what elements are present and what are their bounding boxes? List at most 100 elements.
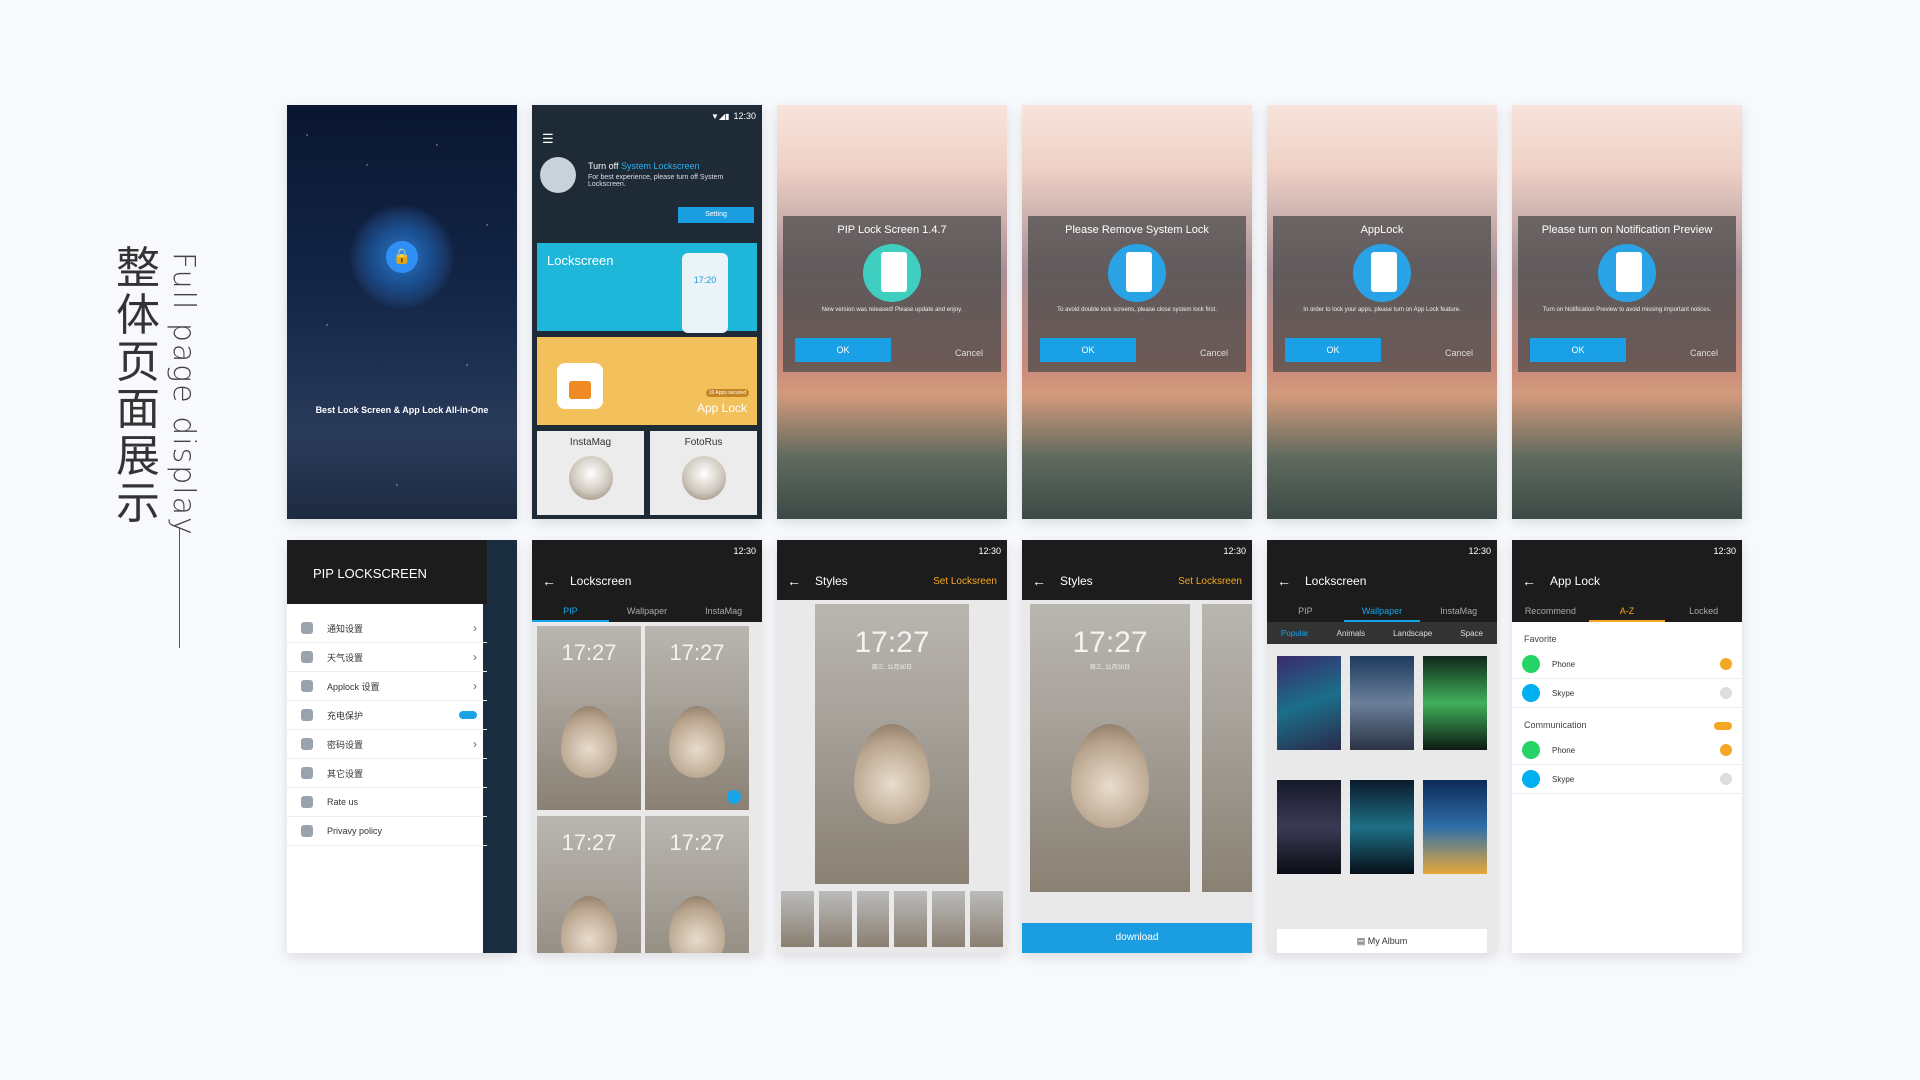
set-lockscreen-button[interactable]: Set Locksreen [1178,576,1242,587]
tab-instamag[interactable]: InstaMag [685,600,762,622]
lock-icon: 🔒 [386,241,418,273]
style-thumb[interactable] [781,891,814,947]
wallpaper-thumb[interactable] [1277,780,1341,874]
app-row[interactable]: Phone [1512,650,1742,679]
cancel-button[interactable]: Cancel [1200,348,1228,358]
tab-instamag[interactable]: InstaMag [1420,600,1497,622]
settings-item-applock[interactable]: Applock 设置 › [287,672,487,701]
notification-dialog-screen: Please turn on Notification Preview Turn… [1512,105,1742,519]
ok-button[interactable]: OK [1040,338,1136,362]
download-icon[interactable] [727,790,741,804]
screen-title: Styles [815,574,848,588]
back-arrow-icon[interactable]: ← [1032,573,1046,589]
my-album-button[interactable]: ▤ My Album [1277,929,1487,953]
settings-item-privacy[interactable]: Privavy policy [287,817,487,846]
title-divider [179,528,180,648]
screen-title: Lockscreen [1305,574,1367,588]
status-bar: 12:30 [1713,546,1736,556]
tab-pip[interactable]: PIP [532,600,609,622]
style-thumb[interactable] [856,891,890,947]
category-popular[interactable]: Popular [1281,629,1309,638]
back-arrow-icon[interactable]: ← [1277,573,1291,589]
pip-thumbnail[interactable]: 17:27 [645,816,749,953]
fotorus-card[interactable]: FotoRus [650,431,757,515]
settings-item-notification[interactable]: 通知设置 › [287,614,487,643]
back-arrow-icon[interactable]: ← [1522,573,1536,589]
charging-toggle[interactable] [459,711,477,719]
settings-item-weather[interactable]: 天气设置 › [287,643,487,672]
menu-icon[interactable]: ☰ [542,131,554,147]
settings-list: 通知设置 › 天气设置 › Applock 设置 › 充电保护 密码设置 › 其它设置 … [287,614,487,846]
tab-recommend[interactable]: Recommend [1512,600,1589,622]
app-row[interactable]: Phone [1512,736,1742,765]
wallpaper-thumb[interactable] [1423,656,1487,750]
notice-title: Turn off System Lockscreen [588,161,700,171]
status-bar: 12:30 [733,546,756,556]
status-time: 12:30 [733,111,756,121]
app-row[interactable]: Skype [1512,679,1742,708]
app-lock-card[interactable]: 16 Apps secured App Lock [537,337,757,425]
app-lock-label: App Lock [696,401,747,415]
whatsapp-icon [1522,741,1540,759]
setting-button[interactable]: Setting [678,207,754,223]
share-icon [301,825,313,837]
battery-icon [301,709,313,721]
lock-icon[interactable] [1720,658,1732,670]
ok-button[interactable]: OK [1285,338,1381,362]
settings-item-other[interactable]: 其它设置 [287,759,487,788]
category-animals[interactable]: Animals [1337,629,1365,638]
title-char: 面 [116,384,160,435]
unlock-icon[interactable] [1720,773,1732,785]
style-thumb[interactable] [932,891,966,947]
download-button[interactable]: download [1022,923,1252,953]
wallpaper-thumb[interactable] [1350,656,1414,750]
dialog-title: Please turn on Notification Preview [1541,224,1713,236]
wallpaper-thumb[interactable] [1277,656,1341,750]
system-lockscreen-link[interactable]: System Lockscreen [621,161,700,171]
section-favorite: Favorite [1524,634,1557,644]
pip-thumbnail[interactable]: 17:27 [537,626,641,810]
title-char: 示 [116,478,160,529]
lock-icon[interactable] [1720,744,1732,756]
style-thumb[interactable] [894,891,928,947]
notification-illustration-icon [1598,244,1656,302]
settings-item-rate[interactable]: Rate us [287,788,487,817]
page-title-zh: 整 体 页 面 展 示 [116,245,160,527]
applock-dialog: AppLock In order to lock your apps, plea… [1273,216,1491,372]
splash-tagline: Best Lock Screen & App Lock All-in-One [315,405,489,415]
gamepad-illustration-icon [863,244,921,302]
tab-wallpaper[interactable]: Wallpaper [609,600,686,622]
settings-item-charging[interactable]: 充电保护 [287,701,487,730]
app-row[interactable]: Skype [1512,765,1742,794]
lockscreen-card[interactable]: Lockscreen 17:20 [537,243,757,333]
pip-thumbnail[interactable]: 17:27 [537,816,641,953]
back-arrow-icon[interactable]: ← [542,573,556,589]
grid-icon [301,767,313,779]
wallpaper-thumb[interactable] [1350,780,1414,874]
section-toggle[interactable] [1714,722,1732,730]
style-preview: 17:27 周三, 11月30日 [1030,604,1190,892]
style-thumb[interactable] [818,891,852,947]
settings-item-password[interactable]: 密码设置 › [287,730,487,759]
tab-locked[interactable]: Locked [1665,600,1742,622]
tab-wallpaper[interactable]: Wallpaper [1343,600,1421,622]
wallpaper-thumb[interactable] [1423,780,1487,874]
cancel-button[interactable]: Cancel [1690,348,1718,358]
app-header: 12:30 ← Lockscreen PIP Wallpaper InstaMag [1267,540,1497,622]
category-space[interactable]: Space [1460,629,1483,638]
tab-pip[interactable]: PIP [1267,600,1344,622]
tab-a-z[interactable]: A-Z [1588,600,1666,622]
category-landscape[interactable]: Landscape [1393,629,1432,638]
cancel-button[interactable]: Cancel [955,348,983,358]
pip-thumbnail[interactable]: 17:27 [645,626,749,810]
ok-button[interactable]: OK [795,338,891,362]
set-lockscreen-button[interactable]: Set Locksreen [933,576,997,587]
style-thumb[interactable] [970,891,1003,947]
unlock-icon[interactable] [1720,687,1732,699]
cancel-button[interactable]: Cancel [1445,348,1473,358]
style-preview-next [1202,604,1252,892]
ok-button[interactable]: OK [1530,338,1626,362]
back-arrow-icon[interactable]: ← [787,573,801,589]
remove-lock-dialog: Please Remove System Lock To avoid doubl… [1028,216,1246,372]
instamag-card[interactable]: InstaMag [537,431,644,515]
